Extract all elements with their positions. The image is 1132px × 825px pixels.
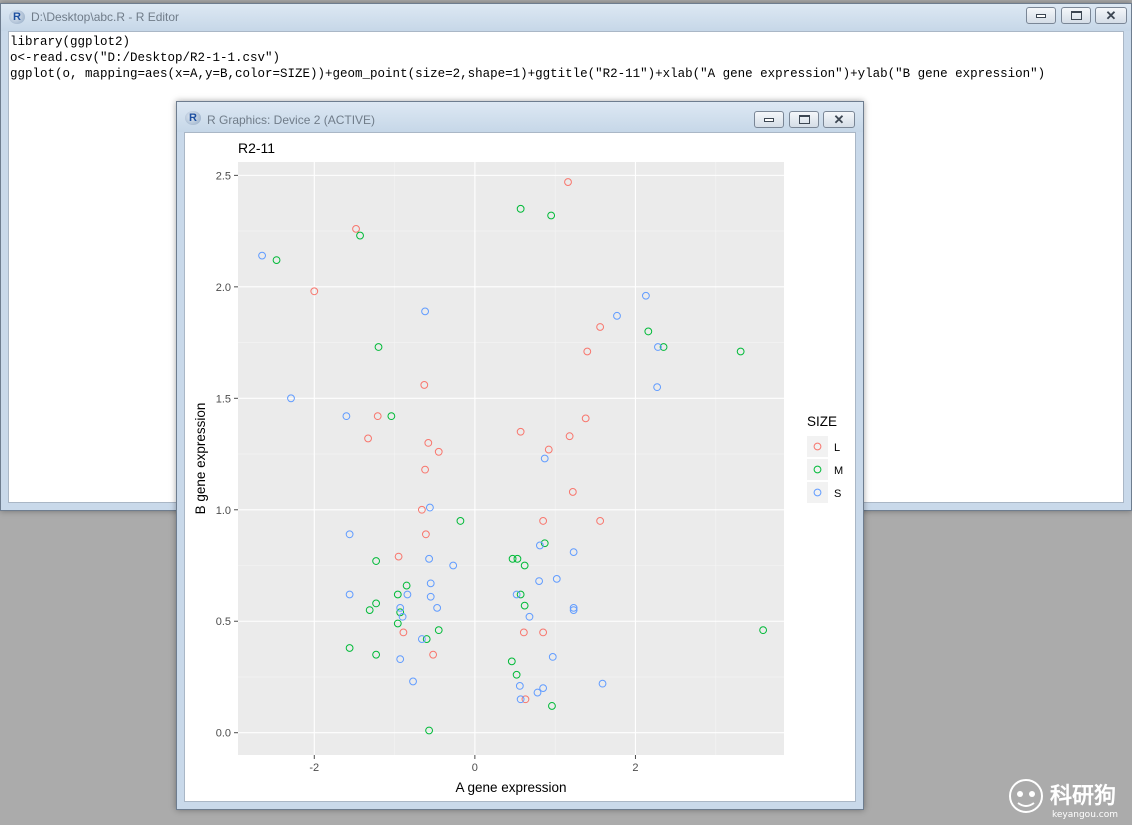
scatter-plot: -2 0 2 0.0 0.5 1.0 1.5 2.0 2.5 R2-11 A gene expres… [193,140,843,795]
minimize-button[interactable] [754,111,784,128]
watermark-brand: 科研狗 [1050,784,1116,809]
r-logo-icon: R [9,10,25,24]
code-line[interactable]: ggplot(o, mapping=aes(x=A,y=B,color=SIZE… [9,66,1123,82]
maximize-button[interactable] [789,111,819,128]
legend-label: M [834,465,843,477]
watermark-site: keyangou.com [1052,810,1118,820]
legend-label: L [834,442,840,454]
y-tick-label: 0.0 [216,728,231,740]
r-graphics-window: R R Graphics: Device 2 (ACTIVE) ✕ -2 0 2 0.… [176,101,864,810]
maximize-icon [1070,11,1082,20]
y-tick-label: 2.0 [216,282,231,294]
close-button[interactable]: ✕ [823,111,855,128]
r-logo-icon: R [185,111,201,125]
code-line[interactable]: library(ggplot2) [9,34,1123,50]
legend-label: S [834,488,841,500]
maximize-icon [798,115,810,124]
r-graphics-title: R Graphics: Device 2 (ACTIVE) [207,113,376,127]
y-tick-label: 2.5 [216,170,231,182]
x-tick-label: 0 [472,762,478,774]
legend-key [807,459,828,480]
plot-panel [238,162,784,755]
x-tick-label: -2 [309,762,319,774]
x-tick-label: 2 [632,762,638,774]
y-axis-label: B gene expression [193,403,208,515]
watermark-logo: 科研狗 keyangou.com [1009,779,1118,820]
y-tick-label: 1.0 [216,505,231,517]
legend-key [807,482,828,503]
minimize-icon [1036,13,1046,18]
close-icon: ✕ [1105,8,1117,23]
legend-title: SIZE [807,414,837,429]
legend-key [807,436,828,457]
close-icon: ✕ [833,112,845,127]
r-editor-title: D:\Desktop\abc.R - R Editor [31,10,180,24]
close-button[interactable]: ✕ [1095,7,1127,24]
code-line[interactable]: o<-read.csv("D:/Desktop/R2-1-1.csv") [9,50,1123,66]
r-graphics-titlebar[interactable]: R R Graphics: Device 2 (ACTIVE) ✕ [177,102,863,132]
minimize-button[interactable] [1026,7,1056,24]
x-axis-label: A gene expression [455,780,566,795]
r-editor-titlebar[interactable]: R D:\Desktop\abc.R - R Editor ✕ [1,4,1131,31]
plot-canvas: -2 0 2 0.0 0.5 1.0 1.5 2.0 2.5 R2-11 A gene expres… [184,132,856,802]
y-tick-label: 1.5 [216,393,231,405]
minimize-icon [764,117,774,122]
y-tick-label: 0.5 [216,616,231,628]
maximize-button[interactable] [1061,7,1091,24]
chart-title: R2-11 [238,140,275,156]
